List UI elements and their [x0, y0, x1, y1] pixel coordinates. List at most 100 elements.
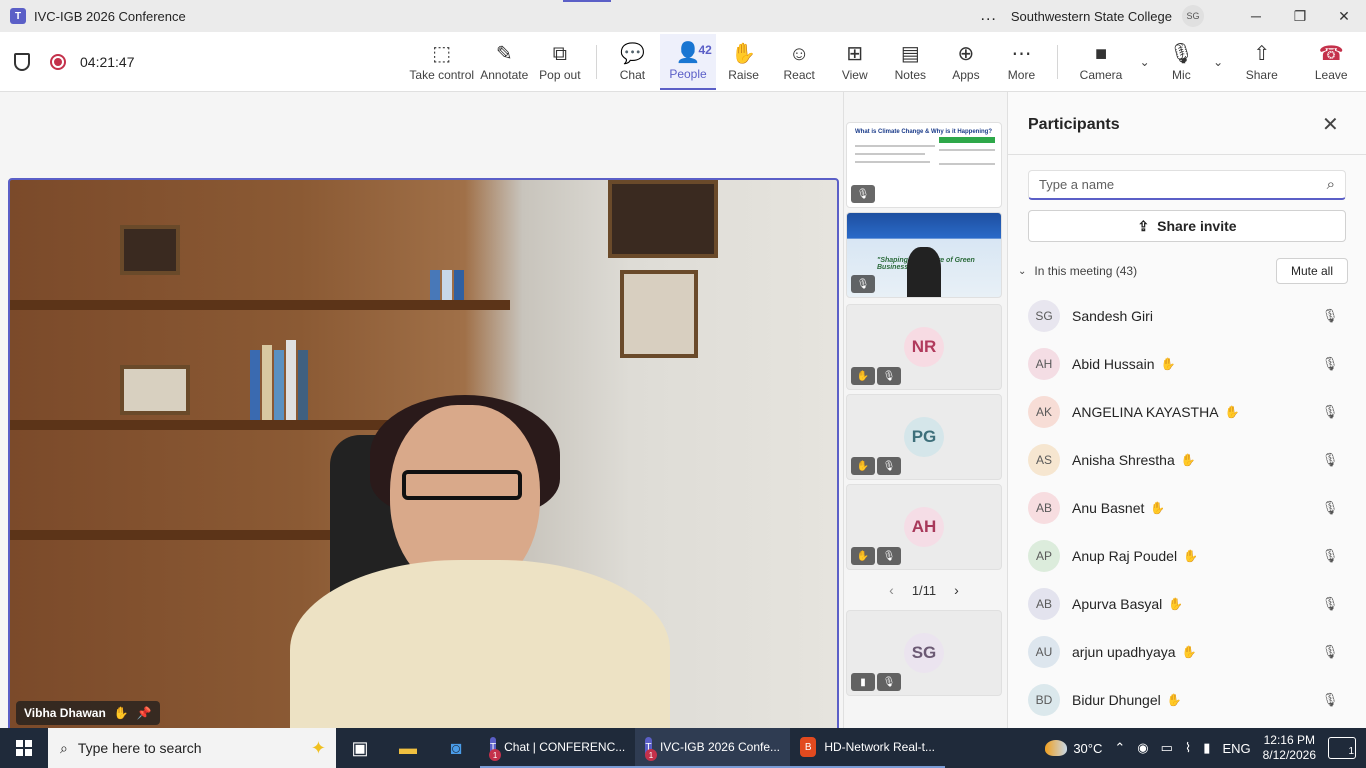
pin-icon[interactable]: 📌 [137, 706, 152, 720]
share-button[interactable]: ⇧ Share [1227, 34, 1296, 90]
camera-tray-icon[interactable]: ◉ [1137, 740, 1148, 756]
book [262, 345, 272, 420]
take-control-button[interactable]: ⬚ Take control [407, 34, 476, 90]
participant-row[interactable]: AB Anu Basnet ✋ 🎙 [1028, 484, 1358, 532]
participant-tile[interactable]: NR ✋ 🎙 [846, 304, 1002, 390]
chevron-down-icon[interactable]: ⌄ [1018, 266, 1026, 277]
network-icon[interactable]: ⌇ [1185, 740, 1191, 756]
view-button[interactable]: ⊞ View [827, 34, 883, 90]
participant-row[interactable]: SG Sandesh Giri 🎙 [1028, 292, 1358, 340]
file-explorer-icon[interactable]: ▬ [384, 738, 432, 759]
participant-tile[interactable]: AH ✋ 🎙 [846, 484, 1002, 570]
participant-row[interactable]: AB Apurva Basyal ✋ 🎙 [1028, 580, 1358, 628]
annotate-button[interactable]: ✎ Annotate [476, 34, 532, 90]
react-button[interactable]: ☺ React [771, 34, 827, 90]
participant-row[interactable]: AU arjun upadhyaya ✋ 🎙 [1028, 628, 1358, 676]
award-plaque [120, 365, 190, 415]
panel-divider [1008, 154, 1366, 155]
taskbar-teams-meeting[interactable]: T1 IVC-IGB 2026 Confe... [635, 728, 790, 768]
share-invite-button[interactable]: ⇪ Share invite [1028, 210, 1346, 242]
restore-button[interactable]: ❐ [1278, 8, 1322, 25]
chevron-up-icon[interactable]: ⌃ [1114, 740, 1125, 756]
toolbar-divider [595, 44, 597, 79]
participant-video-tile[interactable]: "Shaping the Future of Green Business 20… [846, 212, 1002, 298]
task-view-icon[interactable]: ▣ [336, 738, 384, 759]
more-button[interactable]: ⋯ More [994, 34, 1050, 90]
more-options-icon[interactable]: ... [981, 7, 997, 25]
mic-options-chevron-icon[interactable]: ⌄ [1209, 55, 1227, 69]
title-bar: T IVC-IGB 2026 Conference ... Southweste… [0, 0, 1366, 32]
book [286, 340, 296, 420]
next-page-icon[interactable]: › [954, 582, 959, 598]
windows-taskbar: ⌕ Type here to search ✦ ▣ ▬ ◙ T1 Chat | … [0, 728, 1366, 768]
active-speaker-video[interactable]: Vibha Dhawan ✋ 📌 [8, 178, 839, 733]
participant-avatar: AK [1028, 396, 1060, 428]
start-button[interactable] [0, 740, 48, 756]
close-icon[interactable]: ✕ [1322, 112, 1339, 137]
search-icon: ⌕ [1326, 176, 1335, 193]
system-clock[interactable]: 12:16 PM 8/12/2026 [1263, 733, 1316, 763]
chat-button[interactable]: 💬 Chat [605, 34, 661, 90]
participant-search-input[interactable] [1039, 177, 1327, 192]
notes-button[interactable]: ▤ Notes [883, 34, 939, 90]
outlook-icon[interactable]: ◙ [432, 738, 480, 759]
weather-widget[interactable]: 30°C [1045, 740, 1102, 756]
sparkle-icon: ✦ [310, 737, 326, 758]
organization-name[interactable]: Southwestern State College [1011, 9, 1172, 24]
mic-off-icon[interactable]: 🎙 [1318, 356, 1342, 372]
people-button[interactable]: 👤 42 People [660, 33, 716, 90]
mic-off-icon[interactable]: 🎙 [1318, 500, 1342, 516]
participant-row[interactable]: AS Anisha Shrestha ✋ 🎙 [1028, 436, 1358, 484]
leave-button[interactable]: ☎ Leave [1297, 34, 1366, 90]
close-window-button[interactable]: ✕ [1322, 8, 1366, 25]
mic-off-icon: 🎙 [877, 367, 901, 385]
mic-off-icon[interactable]: 🎙 [1318, 452, 1342, 468]
language-indicator[interactable]: ENG [1222, 741, 1250, 756]
mic-off-icon[interactable]: 🎙 [1318, 596, 1342, 612]
pop-out-button[interactable]: ⧉ Pop out [532, 34, 588, 90]
add-app-icon: ⊕ [957, 42, 975, 65]
notification-center-icon[interactable]: 1 [1328, 737, 1356, 759]
mic-off-icon[interactable]: 🎙 [1318, 644, 1342, 660]
participant-name: Abid Hussain [1072, 356, 1155, 372]
mic-off-icon[interactable]: 🎙 [1318, 548, 1342, 564]
battery-icon[interactable]: ▭ [1161, 740, 1173, 756]
speaker-name-tag[interactable]: Vibha Dhawan ✋ 📌 [16, 701, 160, 725]
participant-row[interactable]: AH Abid Hussain ✋ 🎙 [1028, 340, 1358, 388]
participant-avatar: PG [904, 417, 944, 457]
hand-raised-icon: ✋ [1166, 693, 1182, 707]
notes-icon: ▤ [900, 42, 920, 65]
hand-raised-icon: ✋ [1183, 549, 1199, 563]
in-meeting-label[interactable]: In this meeting (43) [1034, 264, 1276, 278]
mic-off-icon[interactable]: 🎙 [1318, 692, 1342, 708]
participant-tile[interactable]: SG ▮ 🎙 [846, 610, 1002, 696]
hand-raised-icon: ✋ [1181, 645, 1197, 659]
participant-name: Bidur Dhungel [1072, 692, 1161, 708]
camera-button[interactable]: ■ Camera [1066, 34, 1135, 90]
participant-name: Anup Raj Poudel [1072, 548, 1178, 564]
shield-icon[interactable] [14, 52, 30, 71]
taskbar-search-text: Type here to search [77, 740, 202, 756]
camera-options-chevron-icon[interactable]: ⌄ [1136, 55, 1154, 69]
taskbar-search[interactable]: ⌕ Type here to search ✦ [48, 728, 336, 768]
previous-page-icon[interactable]: ‹ [889, 582, 894, 598]
mic-button[interactable]: 🎙 Mic [1154, 34, 1210, 90]
mic-off-icon[interactable]: 🎙 [1318, 308, 1342, 324]
apps-button[interactable]: ⊕ Apps [938, 34, 994, 90]
participant-row[interactable]: BD Bidur Dhungel ✋ 🎙 [1028, 676, 1358, 724]
participant-search[interactable]: ⌕ [1028, 170, 1346, 200]
minimize-button[interactable]: ─ [1234, 8, 1278, 24]
microphone-icon[interactable]: ▮ [1203, 740, 1210, 756]
shared-slide-tile[interactable]: What is Climate Change & Why is it Happe… [846, 122, 1002, 208]
mic-off-icon[interactable]: 🎙 [1318, 404, 1342, 420]
mute-all-button[interactable]: Mute all [1275, 258, 1348, 284]
taskbar-brave-browser[interactable]: B HD-Network Real-t... [790, 728, 945, 768]
participant-name: Anisha Shrestha [1072, 452, 1175, 468]
participant-row[interactable]: AP Anup Raj Poudel ✋ 🎙 [1028, 532, 1358, 580]
participant-tile[interactable]: PG ✋ 🎙 [846, 394, 1002, 480]
raise-hand-button[interactable]: ✋ Raise [716, 34, 772, 90]
search-icon: ⌕ [60, 739, 68, 756]
taskbar-teams-chat[interactable]: T1 Chat | CONFERENC... [480, 728, 635, 768]
account-avatar[interactable]: SG [1182, 5, 1204, 27]
participant-row[interactable]: AK ANGELINA KAYASTHA ✋ 🎙 [1028, 388, 1358, 436]
